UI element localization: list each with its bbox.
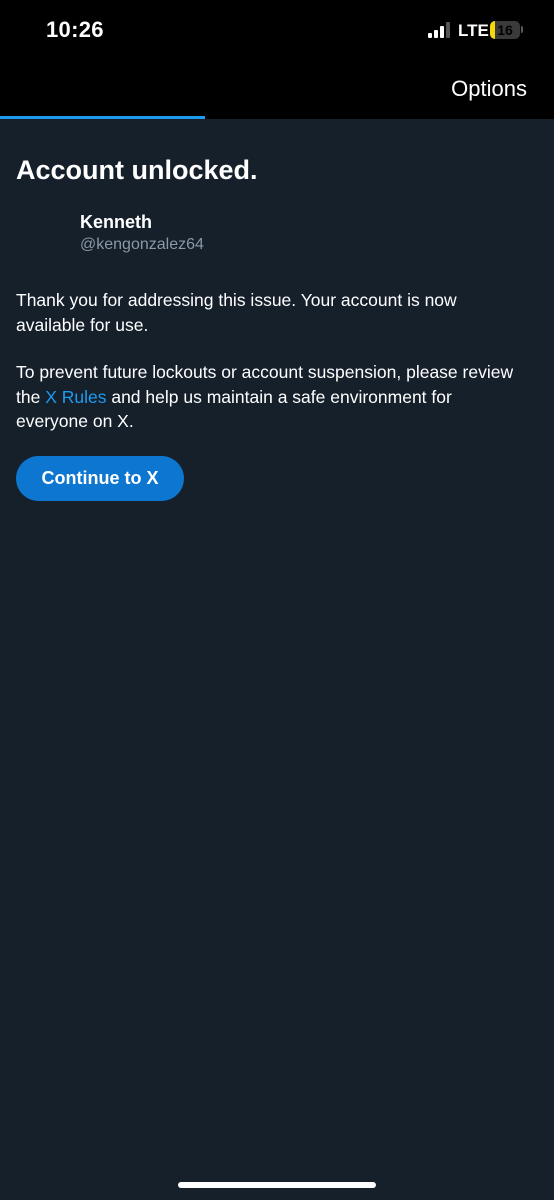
battery-level-text: 16	[497, 22, 513, 38]
status-time: 10:26	[46, 17, 104, 42]
x-rules-link[interactable]: X Rules	[45, 387, 106, 407]
progress-bar-fill	[0, 116, 205, 119]
confirmation-message: Thank you for addressing this issue. You…	[16, 290, 457, 335]
signal-bar	[440, 26, 444, 38]
home-indicator[interactable]	[178, 1182, 376, 1188]
battery-terminal	[521, 26, 523, 33]
status-bar: 10:26 LTE 16	[0, 0, 554, 62]
continue-to-x-button[interactable]: Continue to X	[16, 456, 184, 501]
signal-strength-icon	[428, 22, 452, 38]
network-type-label: LTE	[458, 21, 489, 40]
user-display-name: Kenneth	[80, 212, 152, 232]
signal-bar	[434, 30, 438, 38]
page-title: Account unlocked.	[16, 155, 258, 185]
signal-bar	[446, 22, 450, 38]
top-bar: Options	[0, 62, 554, 116]
battery-icon: 16	[490, 21, 520, 39]
rules-reminder-message: To prevent future lockouts or account su…	[16, 360, 526, 434]
options-button[interactable]: Options	[451, 76, 527, 102]
user-handle: @kengonzalez64	[80, 236, 204, 253]
signal-bar	[428, 33, 432, 38]
progress-bar	[0, 116, 554, 119]
